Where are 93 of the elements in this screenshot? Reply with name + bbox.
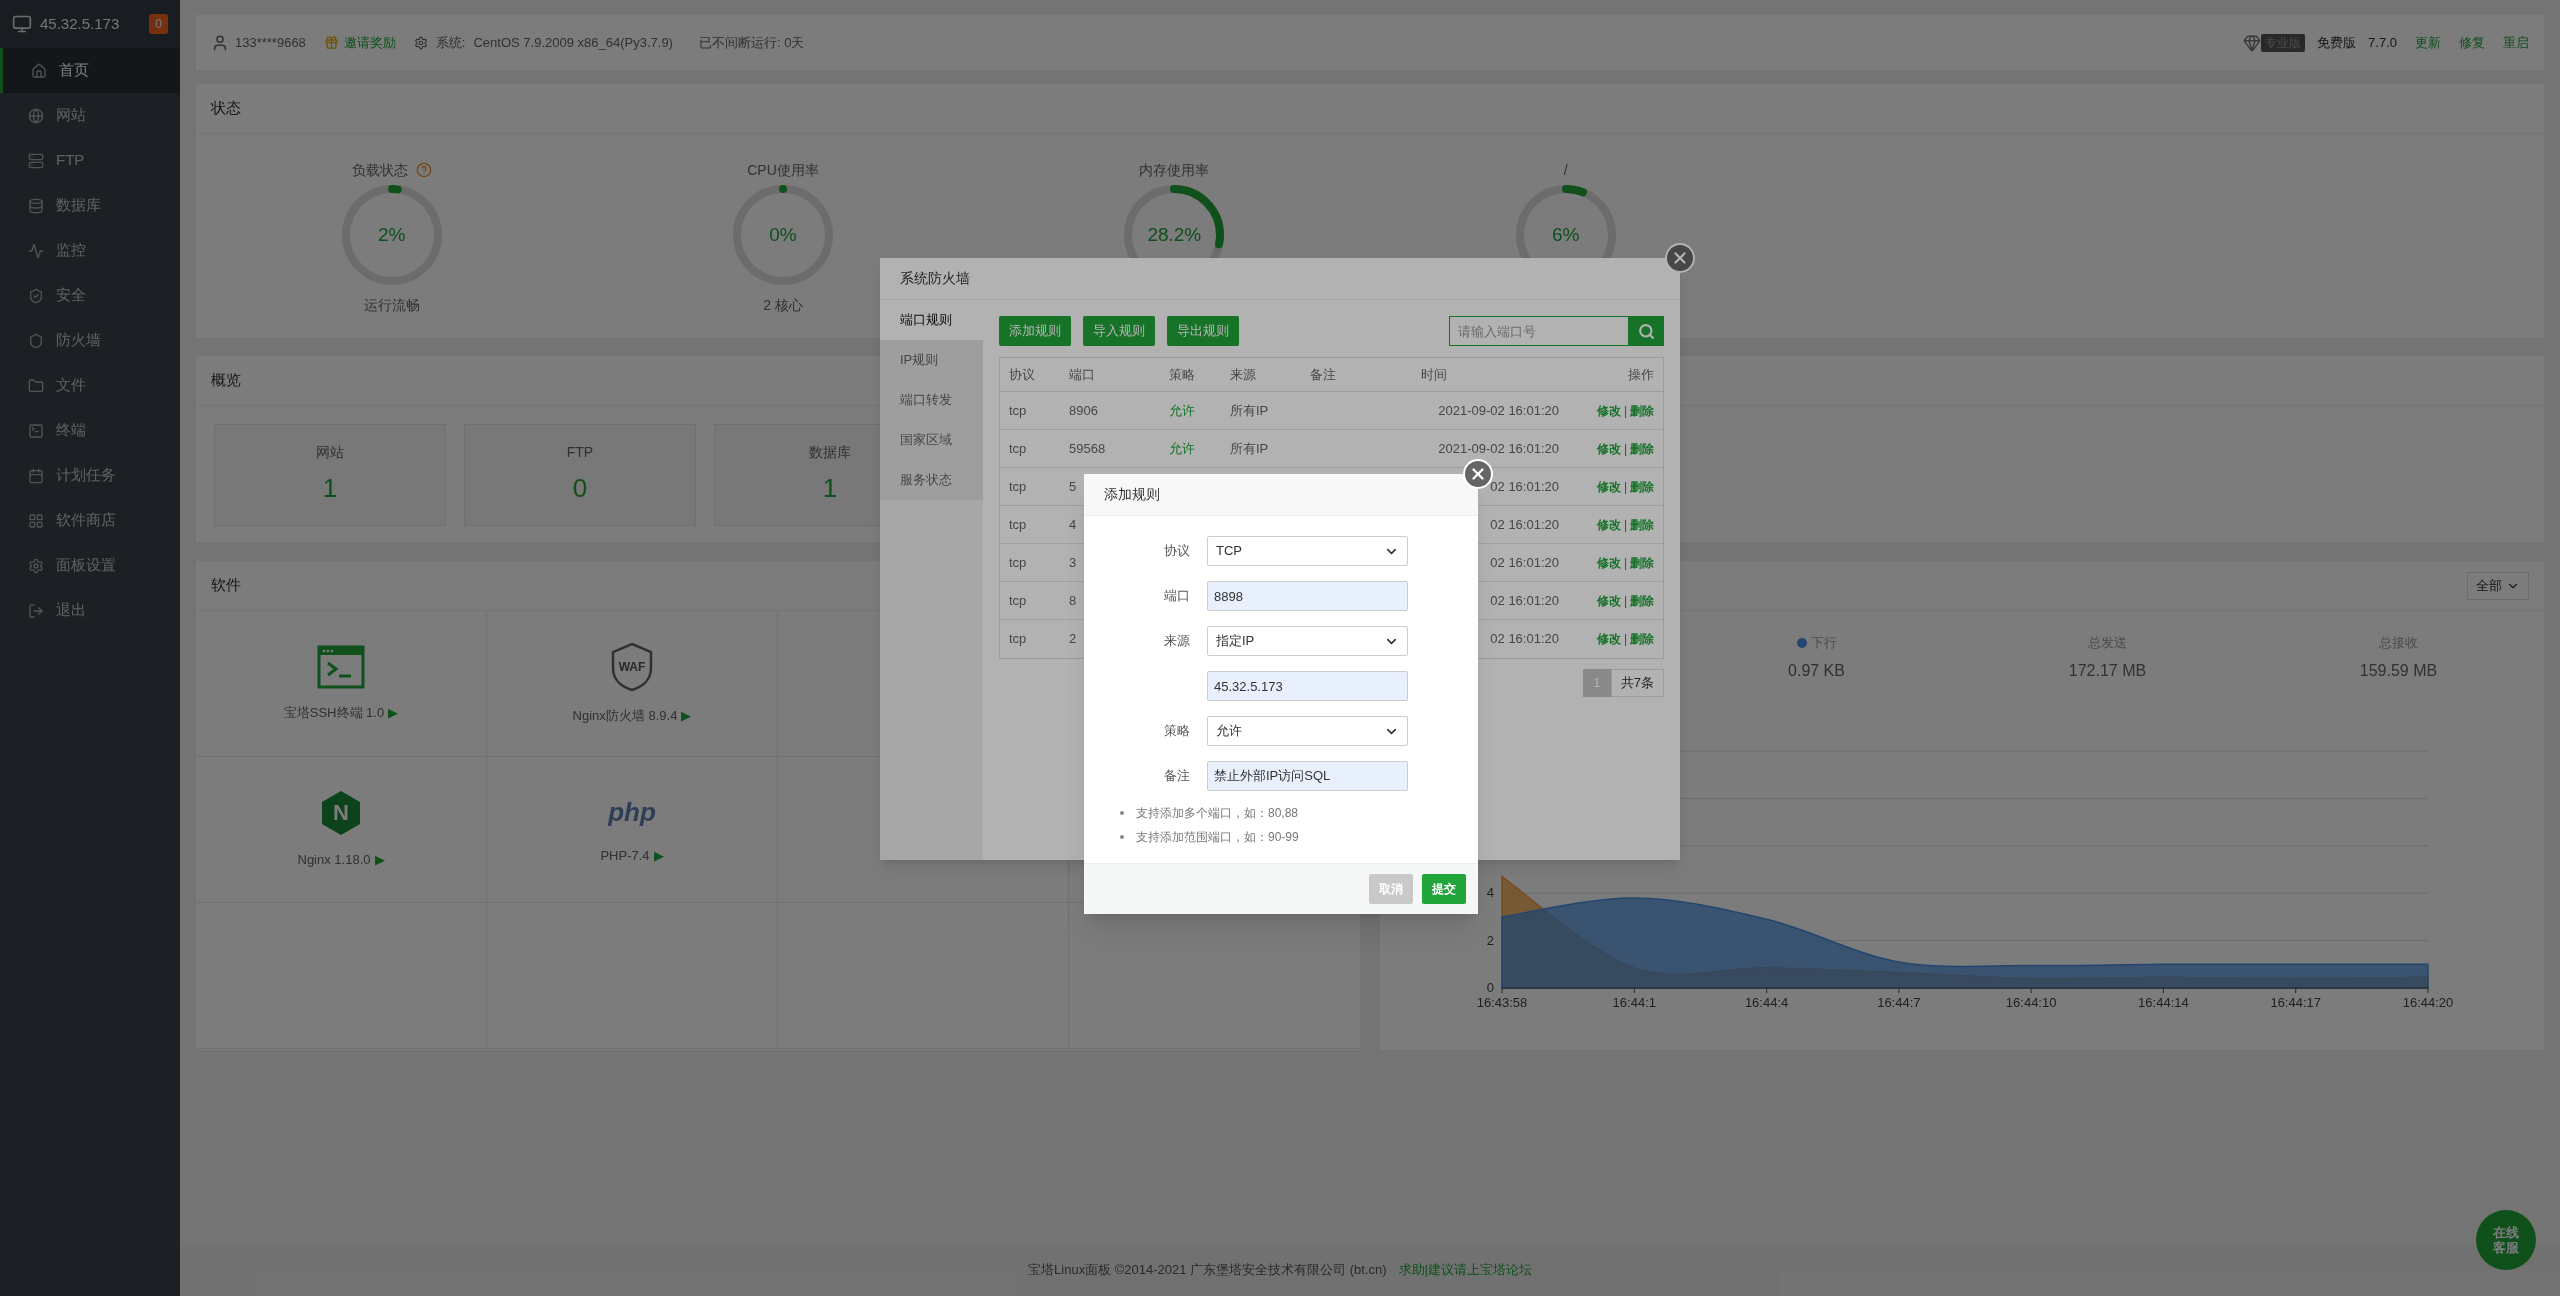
card-label: 网站 xyxy=(316,443,344,462)
x-tick-label: 16:43:58 xyxy=(1476,995,1528,1010)
total-count: 共7条 xyxy=(1610,669,1664,697)
policy-text: 允许 xyxy=(1169,402,1195,418)
x-tick-label: 16:44:10 xyxy=(2005,995,2057,1010)
panel-title: 概览 xyxy=(211,370,241,391)
table-cell: 8906 xyxy=(1069,402,1098,418)
x-tick-label: 16:44:1 xyxy=(1612,995,1656,1010)
version-text: 7.7.0 xyxy=(2368,33,2397,52)
system-info: CentOS 7.9.2009 x86_64(Py3.7.9) xyxy=(473,33,673,52)
x-tick-label: 16:44:17 xyxy=(2270,995,2321,1010)
copyright-text: 宝塔Linux面板 ©2014-2021 广东堡塔安全技术有限公司 (bt.cn) xyxy=(1028,1261,1387,1280)
y-tick-label: 0 xyxy=(1486,980,1494,995)
table-cell: tcp xyxy=(1009,516,1027,532)
shield-logo-icon: WAF xyxy=(610,641,654,692)
gauge-value: 6% xyxy=(1551,222,1580,247)
stat-value: 159.59 MB xyxy=(2359,660,2438,681)
card-value: 1 xyxy=(322,472,338,505)
table-cell: 2021-09-02 16:01:20 xyxy=(1438,440,1559,456)
x-tick-label: 16:44:7 xyxy=(1877,995,1921,1010)
dialog-title: 添加规则 xyxy=(1104,485,1160,504)
hexagon-logo-icon: N xyxy=(321,789,361,836)
edition-text: 免费版 xyxy=(2317,33,2357,52)
gauge-value: 0% xyxy=(769,222,797,247)
table-cell: tcp xyxy=(1009,554,1027,570)
separator: | xyxy=(1623,478,1627,496)
card-value: 1 xyxy=(822,472,838,505)
table-cell: 3 xyxy=(1069,554,1077,570)
php-logo: php xyxy=(608,796,656,830)
separator: | xyxy=(1623,592,1627,610)
column-header: 来源 xyxy=(1229,365,1257,384)
card-label: 数据库 xyxy=(809,443,851,462)
table-cell: 5 xyxy=(1069,478,1077,494)
uptime-text: 已不间断运行: 0天 xyxy=(698,33,805,52)
column-header: 备注 xyxy=(1309,365,1337,384)
separator: | xyxy=(1623,631,1627,648)
field-label: 端口 xyxy=(1164,587,1190,606)
host-address: 45.32.5.173 xyxy=(40,13,120,34)
table-cell: 8 xyxy=(1069,592,1077,608)
table-cell: 02 16:01:20 xyxy=(1490,478,1559,494)
help-note: 支持添加范围端口，如：90-99 xyxy=(1136,829,1299,846)
gauge-label: CPU使用率 xyxy=(747,160,819,180)
gauge-caption: 2 核心 xyxy=(763,296,803,315)
stat-value: 0.97 KB xyxy=(1788,660,1845,681)
gauge-value: 2% xyxy=(377,222,406,247)
column-header: 策略 xyxy=(1168,365,1196,384)
card-label: FTP xyxy=(566,443,594,462)
panel-title: 软件 xyxy=(211,575,241,596)
dialog-title: 系统防火墙 xyxy=(900,269,970,288)
column-header: 协议 xyxy=(1008,365,1036,384)
card-value: 0 xyxy=(572,472,588,505)
table-cell: 02 16:01:20 xyxy=(1490,554,1559,570)
table-cell: tcp xyxy=(1009,402,1027,418)
field-label: 来源 xyxy=(1164,632,1190,651)
table-cell: 所有IP xyxy=(1230,440,1269,456)
separator: | xyxy=(1623,402,1627,420)
table-cell: 2021-09-02 16:01:20 xyxy=(1438,402,1559,418)
x-tick-label: 16:44:20 xyxy=(2402,995,2454,1010)
column-header: 端口 xyxy=(1068,365,1096,384)
table-cell: 02 16:01:20 xyxy=(1490,592,1559,608)
field-label: 协议 xyxy=(1164,542,1190,561)
gauge-label: 内存使用率 xyxy=(1139,160,1210,180)
gauge-caption: 运行流畅 xyxy=(363,296,420,315)
help-note: 支持添加多个端口，如：80,88 xyxy=(1136,805,1299,822)
system-label: 系统: xyxy=(435,33,466,52)
field-label: 策略 xyxy=(1164,722,1190,741)
table-cell: 02 16:01:20 xyxy=(1490,631,1559,647)
x-tick-label: 16:44:14 xyxy=(2138,995,2189,1010)
column-header: 时间 xyxy=(1420,365,1448,384)
table-cell: tcp xyxy=(1009,631,1027,647)
x-tick-label: 16:44:4 xyxy=(1744,995,1789,1010)
table-cell: tcp xyxy=(1009,440,1027,456)
field-label: 备注 xyxy=(1164,767,1190,786)
separator: | xyxy=(1623,516,1627,534)
y-tick-label: 2 xyxy=(1486,932,1494,948)
y-tick-label: 4 xyxy=(1486,885,1494,901)
table-cell: 59568 xyxy=(1069,440,1106,456)
table-cell: 02 16:01:20 xyxy=(1490,516,1559,532)
gauge-label: 负载状态 xyxy=(351,160,408,180)
stat-value: 172.17 MB xyxy=(2068,660,2147,681)
separator: | xyxy=(1623,554,1627,572)
user-phone: 133****9668 xyxy=(235,33,306,52)
separator: | xyxy=(1623,440,1627,458)
table-cell: 4 xyxy=(1069,516,1077,532)
policy-text: 允许 xyxy=(1169,440,1195,456)
panel-title: 状态 xyxy=(211,98,241,119)
table-cell: 所有IP xyxy=(1230,402,1269,418)
column-header: 操作 xyxy=(1627,365,1655,384)
table-cell: tcp xyxy=(1009,592,1027,608)
table-cell: tcp xyxy=(1009,478,1027,494)
gauge-label: / xyxy=(1563,160,1568,180)
gauge-value: 28.2% xyxy=(1147,222,1202,247)
table-cell: 2 xyxy=(1069,631,1077,647)
